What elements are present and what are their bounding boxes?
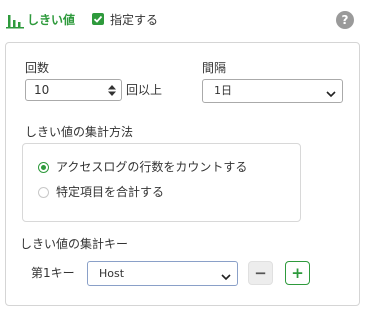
radio-sum-field[interactable]: [38, 187, 49, 198]
option-count-lines-label[interactable]: アクセスログの行数をカウントする: [56, 159, 247, 175]
threshold-title: しきい値: [27, 13, 76, 27]
count-input[interactable]: 10: [25, 79, 122, 101]
help-icon[interactable]: ?: [336, 11, 354, 29]
enable-label[interactable]: 指定する: [110, 11, 158, 29]
interval-label: 間隔: [202, 61, 227, 75]
bar-chart-icon: [6, 11, 24, 29]
enable-checkbox[interactable]: [92, 13, 104, 25]
threshold-header: しきい値 指定する ?: [6, 10, 360, 32]
key1-value: Host: [99, 267, 125, 280]
spinner-icon[interactable]: [107, 84, 117, 97]
radio-count-lines[interactable]: [38, 162, 49, 173]
count-value: 10: [34, 83, 50, 97]
method-label: しきい値の集計方法: [25, 125, 134, 139]
interval-select[interactable]: 1日: [202, 79, 343, 103]
minus-icon: −: [254, 264, 267, 282]
chevron-down-icon: [326, 88, 336, 98]
method-group: アクセスログの行数をカウントする 特定項目を合計する: [22, 143, 301, 222]
count-label: 回数: [25, 61, 50, 75]
chevron-down-icon: [221, 271, 231, 281]
remove-key-button[interactable]: −: [248, 261, 273, 285]
interval-value: 1日: [214, 84, 232, 97]
plus-icon: +: [291, 264, 304, 282]
key1-select[interactable]: Host: [87, 261, 238, 286]
threshold-panel: 回数 10 回以上 間隔 1日 しきい値の集計方法 アクセスログの行数をカウント…: [5, 42, 360, 306]
add-key-button[interactable]: +: [285, 261, 310, 285]
count-suffix: 回以上: [126, 83, 163, 97]
keys-label: しきい値の集計キー: [20, 237, 129, 251]
key1-label: 第1キー: [31, 266, 75, 280]
option-sum-field-label[interactable]: 特定項目を合計する: [56, 184, 164, 200]
